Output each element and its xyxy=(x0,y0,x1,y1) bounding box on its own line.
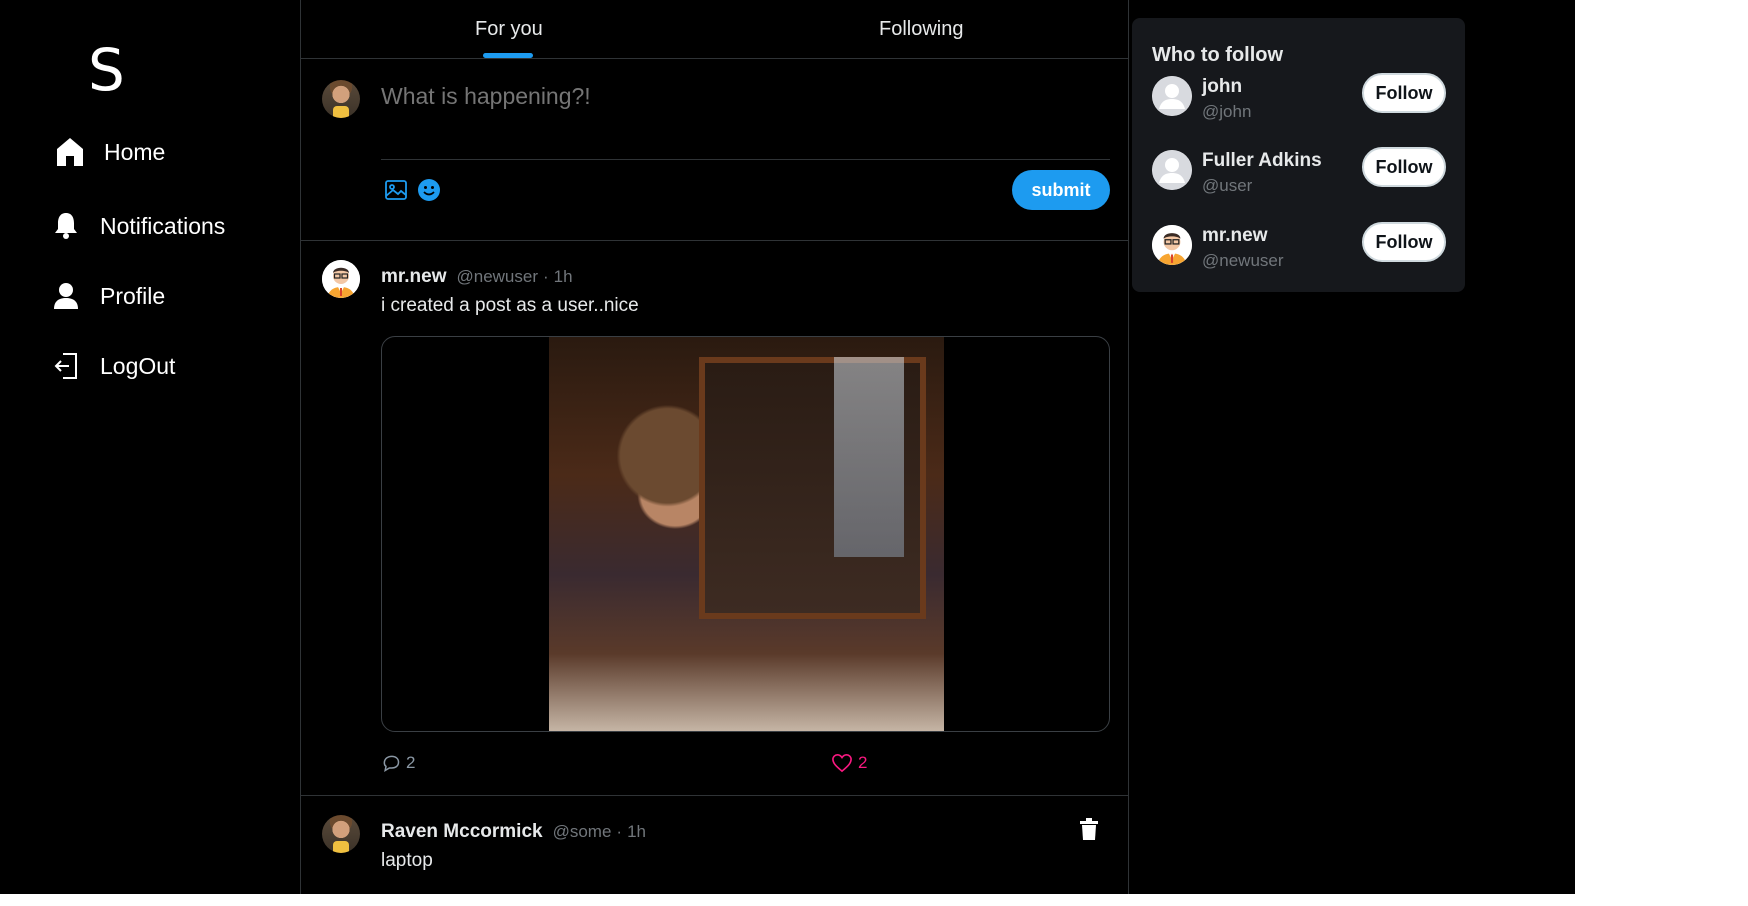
avatar[interactable] xyxy=(1152,76,1192,116)
post-item[interactable]: Raven Mccormick @some · 1h laptop xyxy=(301,796,1128,894)
follow-button[interactable]: Follow xyxy=(1362,73,1446,113)
heart-icon xyxy=(832,753,852,773)
follow-suggestion[interactable]: Fuller Adkins @user Follow xyxy=(1152,147,1452,210)
suggested-user-name[interactable]: Fuller Adkins xyxy=(1202,150,1322,172)
nav-item-label: Notifications xyxy=(100,212,226,239)
reply-count: 2 xyxy=(406,753,416,772)
post-photo xyxy=(549,337,944,731)
post-actions: 2 2 xyxy=(381,753,1110,777)
post-separator: · xyxy=(616,822,623,841)
post-separator: · xyxy=(543,267,549,286)
like-button[interactable]: 2 xyxy=(831,753,867,773)
post-header: Raven Mccormick @some · 1h xyxy=(381,821,646,843)
compose-input[interactable] xyxy=(381,83,1081,110)
avatar[interactable] xyxy=(322,260,360,298)
post-text: i created a post as a user..nice xyxy=(381,295,639,316)
emoji-icon[interactable] xyxy=(417,178,441,207)
post-author-name[interactable]: mr.new xyxy=(381,266,446,288)
nav-item-label: Profile xyxy=(100,282,166,309)
like-count: 2 xyxy=(858,753,868,772)
feed-tabs: For you Following xyxy=(301,0,1128,59)
follow-suggestion[interactable]: mr.new @newuser Follow xyxy=(1152,222,1452,285)
bell-icon xyxy=(50,210,82,242)
avatar[interactable] xyxy=(322,80,360,118)
image-icon[interactable] xyxy=(384,178,408,207)
trash-icon[interactable] xyxy=(1079,818,1099,845)
post-author-handle: @some xyxy=(552,822,612,841)
sidebar: S Home Notifications Profile LogOut xyxy=(0,0,300,894)
post-item[interactable]: mr.new @newuser · 1h i created a post as… xyxy=(301,241,1128,796)
comment-icon xyxy=(383,755,400,773)
follow-button[interactable]: Follow xyxy=(1362,147,1446,187)
tab-for-you[interactable]: For you xyxy=(475,18,543,41)
suggested-user-handle: @user xyxy=(1202,176,1253,195)
main-feed: For you Following submit xyxy=(300,0,1129,894)
suggested-user-name[interactable]: mr.new xyxy=(1202,225,1267,247)
suggested-user-handle: @newuser xyxy=(1202,251,1284,270)
nav-item-home[interactable]: Home xyxy=(54,136,165,168)
active-tab-indicator xyxy=(483,53,533,58)
user-icon xyxy=(50,280,82,312)
reply-button[interactable]: 2 xyxy=(381,753,415,773)
home-icon xyxy=(54,136,86,168)
nav-item-profile[interactable]: Profile xyxy=(50,280,165,312)
logout-icon xyxy=(50,350,82,382)
app-window: S Home Notifications Profile LogOut For … xyxy=(0,0,1575,894)
avatar[interactable] xyxy=(1152,225,1192,265)
nav-item-label: Home xyxy=(104,138,166,165)
nav-item-logout[interactable]: LogOut xyxy=(50,350,175,382)
post-author-name[interactable]: Raven Mccormick xyxy=(381,821,543,843)
suggested-user-name[interactable]: john xyxy=(1202,76,1242,98)
post-image[interactable] xyxy=(381,336,1110,732)
avatar[interactable] xyxy=(322,815,360,853)
post-author-handle: @newuser xyxy=(456,267,538,286)
follow-button[interactable]: Follow xyxy=(1362,222,1446,262)
suggested-user-handle: @john xyxy=(1202,102,1252,121)
follow-suggestion[interactable]: john @john Follow xyxy=(1152,73,1452,136)
who-to-follow-panel: Who to follow john @john Follow Fuller A… xyxy=(1132,18,1465,292)
avatar[interactable] xyxy=(1152,150,1192,190)
post-header: mr.new @newuser · 1h xyxy=(381,266,573,288)
post-text: laptop xyxy=(381,850,433,871)
tab-following[interactable]: Following xyxy=(879,18,963,41)
app-logo[interactable]: S xyxy=(88,36,125,104)
post-composer: submit xyxy=(301,59,1128,241)
panel-title: Who to follow xyxy=(1152,44,1284,66)
submit-button[interactable]: submit xyxy=(1012,170,1110,210)
post-timestamp: 1h xyxy=(627,822,646,841)
nav-item-label: LogOut xyxy=(100,352,176,379)
nav-item-notifications[interactable]: Notifications xyxy=(50,210,225,242)
composer-divider xyxy=(381,159,1110,160)
post-timestamp: 1h xyxy=(553,267,573,286)
